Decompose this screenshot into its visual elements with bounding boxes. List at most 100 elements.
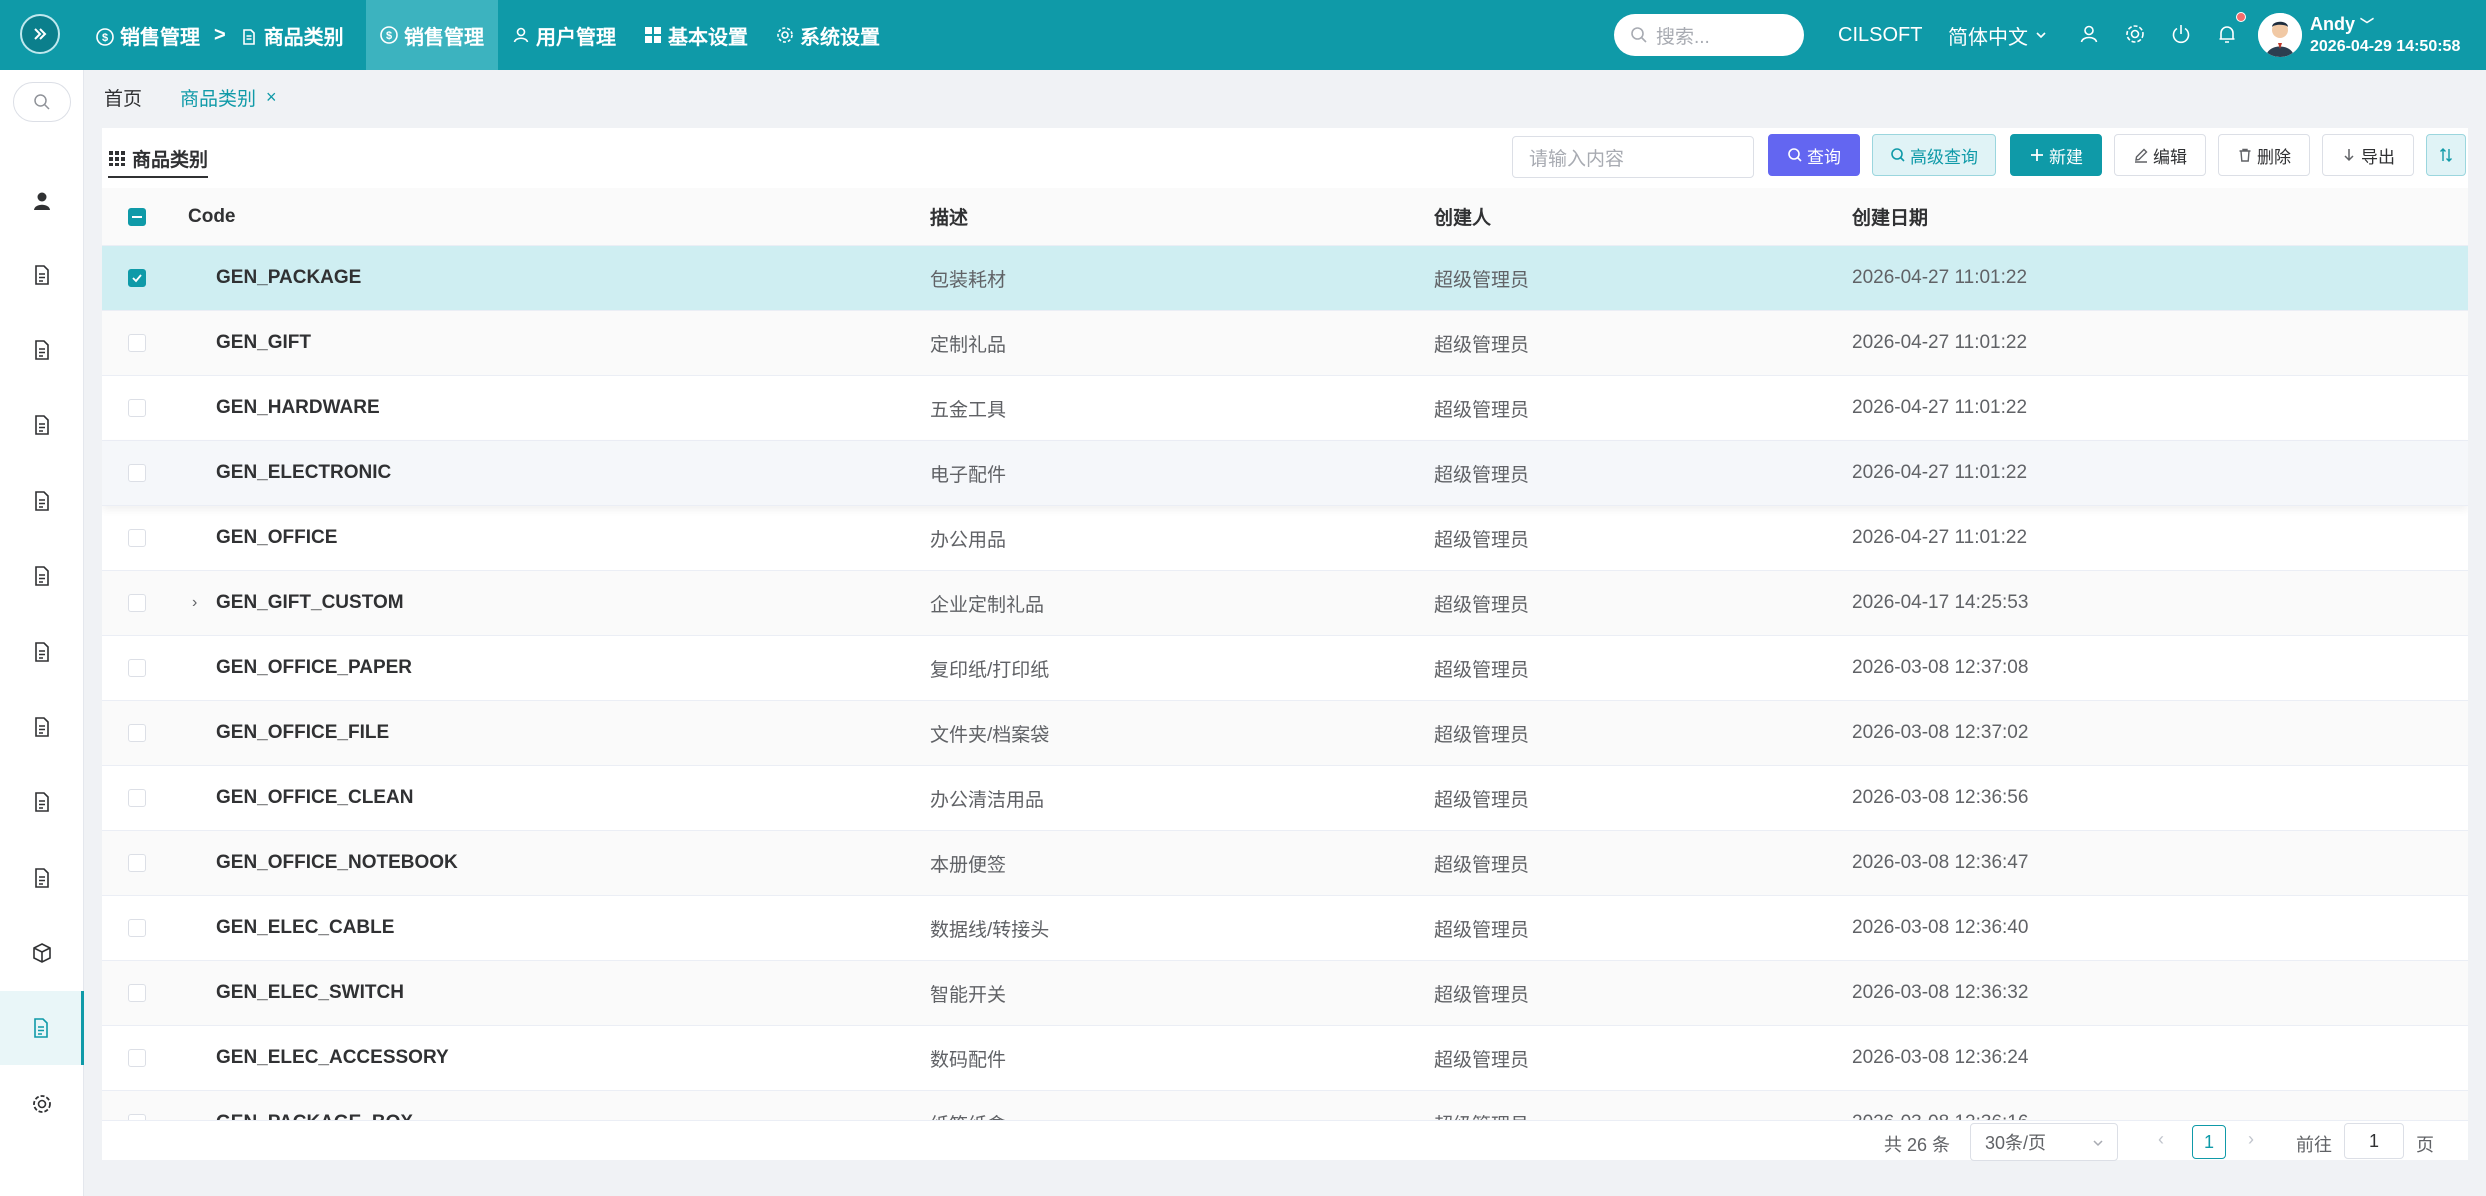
table-row[interactable]: GEN_OFFICE_PAPER 复印纸/打印纸 超级管理员 2026-03-0… — [102, 636, 2468, 701]
search-icon — [34, 94, 50, 110]
cell-code: GEN_OFFICE_PAPER — [216, 657, 413, 678]
avatar[interactable] — [2258, 13, 2302, 57]
row-checkbox[interactable] — [128, 334, 146, 352]
language-select[interactable]: 简体中文 — [1948, 0, 2048, 70]
row-checkbox[interactable] — [128, 854, 146, 872]
new-button[interactable]: 新建 — [2010, 134, 2102, 176]
sidebar-item-document-4[interactable] — [0, 464, 84, 538]
table-row[interactable]: GEN_ELEC_CABLE 数据线/转接头 超级管理员 2026-03-08 … — [102, 896, 2468, 961]
row-checkbox[interactable] — [128, 269, 146, 287]
advanced-query-button[interactable]: 高级查询 — [1872, 134, 1996, 176]
column-header-code[interactable]: Code — [188, 206, 236, 228]
search-input[interactable]: 请输入内容 — [1512, 136, 1754, 178]
menu-item-system-settings[interactable]: 系统设置 — [762, 0, 894, 70]
menu-item-label: 销售管理 — [404, 26, 484, 49]
document-icon — [33, 1018, 48, 1038]
sidebar-item-document-6[interactable] — [0, 615, 84, 689]
menu-item-sales[interactable]: $ 销售管理 — [366, 0, 498, 70]
global-search-input[interactable]: 搜索... — [1614, 14, 1804, 56]
close-icon[interactable]: × — [266, 87, 277, 108]
delete-button-label: 删除 — [2257, 147, 2291, 167]
sidebar-item-document-5[interactable] — [0, 539, 84, 613]
user-profile-icon[interactable] — [2078, 23, 2100, 45]
row-checkbox[interactable] — [128, 919, 146, 937]
table-row[interactable]: GEN_GIFT 定制礼品 超级管理员 2026-04-27 11:01:22 — [102, 311, 2468, 376]
document-icon — [35, 265, 49, 285]
gear-icon — [777, 27, 793, 43]
cell-creator: 超级管理员 — [1434, 464, 1530, 486]
checkbox-icon — [128, 724, 146, 742]
edit-button-label: 编辑 — [2153, 147, 2187, 167]
cell-description: 电子配件 — [930, 464, 1007, 486]
settings-icon[interactable] — [2124, 23, 2146, 45]
row-checkbox[interactable] — [128, 659, 146, 677]
page-size-select[interactable]: 30条/页 — [1970, 1123, 2118, 1161]
row-checkbox[interactable] — [128, 399, 146, 417]
sidebar-item-product-category[interactable] — [0, 991, 84, 1065]
column-header-created-date[interactable]: 创建日期 — [1852, 203, 1928, 230]
sidebar-item-document-9[interactable] — [0, 841, 84, 915]
sidebar-item-settings[interactable] — [0, 1067, 84, 1141]
sidebar-item-document-8[interactable] — [0, 765, 84, 839]
table-row[interactable]: GEN_OFFICE_CLEAN 办公清洁用品 超级管理员 2026-03-08… — [102, 766, 2468, 831]
sidebar-item-document-3[interactable] — [0, 388, 84, 462]
row-checkbox[interactable] — [128, 984, 146, 1002]
edit-button[interactable]: 编辑 — [2114, 134, 2206, 176]
delete-button[interactable]: 删除 — [2218, 134, 2310, 176]
table-row[interactable]: GEN_PACKAGE 包装耗材 超级管理员 2026-04-27 11:01:… — [102, 246, 2468, 311]
table-row[interactable]: › GEN_GIFT_CUSTOM 企业定制礼品 超级管理员 2026-04-1… — [102, 571, 2468, 636]
cell-description: 复印纸/打印纸 — [930, 659, 1050, 681]
table-row[interactable]: GEN_ELEC_SWITCH 智能开关 超级管理员 2026-03-08 12… — [102, 961, 2468, 1026]
new-button-label: 新建 — [2049, 147, 2083, 167]
sidebar-item-box[interactable] — [0, 916, 84, 990]
row-checkbox[interactable] — [128, 529, 146, 547]
page-number-current[interactable]: 1 — [2192, 1125, 2226, 1159]
sort-toggle-button[interactable] — [2426, 134, 2466, 176]
table-row[interactable]: GEN_ELECTRONIC 电子配件 超级管理员 2026-04-27 11:… — [102, 441, 2468, 506]
table-row[interactable]: GEN_ELEC_ACCESSORY 数码配件 超级管理员 2026-03-08… — [102, 1026, 2468, 1091]
checkbox-icon — [128, 399, 146, 417]
power-icon[interactable] — [2170, 23, 2192, 45]
cell-code: GEN_GIFT — [216, 332, 312, 353]
prev-page-icon[interactable]: ‹ — [2158, 1129, 2164, 1150]
next-page-icon[interactable]: › — [2248, 1129, 2254, 1150]
user-name[interactable]: Andy ﹀ — [2310, 14, 2374, 35]
cell-code: GEN_ELEC_CABLE — [216, 917, 395, 938]
row-checkbox[interactable] — [128, 594, 146, 612]
tab-product-category[interactable]: 商品类别 × — [180, 84, 277, 111]
table-row[interactable]: GEN_OFFICE 办公用品 超级管理员 2026-04-27 11:01:2… — [102, 506, 2468, 571]
table-row[interactable]: GEN_PACKAGE_BOX 纸箱纸盒 超级管理员 2026-03-08 12… — [102, 1091, 2468, 1120]
table-row[interactable]: GEN_HARDWARE 五金工具 超级管理员 2026-04-27 11:01… — [102, 376, 2468, 441]
query-button[interactable]: 查询 — [1768, 134, 1860, 176]
row-checkbox[interactable] — [128, 789, 146, 807]
checkbox-icon — [128, 334, 146, 352]
checkbox-icon — [128, 659, 146, 677]
row-checkbox[interactable] — [128, 464, 146, 482]
table-row[interactable]: GEN_OFFICE_NOTEBOOK 本册便签 超级管理员 2026-03-0… — [102, 831, 2468, 896]
sidebar-item-document-1[interactable] — [0, 238, 84, 312]
cell-description: 办公用品 — [930, 529, 1007, 551]
column-header-creator[interactable]: 创建人 — [1434, 203, 1491, 230]
select-all-checkbox[interactable] — [128, 207, 146, 226]
tab-home[interactable]: 首页 — [104, 84, 142, 111]
brand-link[interactable]: CILSOFT — [1838, 0, 1922, 70]
bell-icon[interactable] — [2216, 23, 2238, 45]
row-checkbox[interactable] — [128, 724, 146, 742]
sidebar-item-document-2[interactable] — [0, 313, 84, 387]
column-header-description[interactable]: 描述 — [930, 203, 968, 230]
table-row[interactable]: GEN_OFFICE_FILE 文件夹/档案袋 超级管理员 2026-03-08… — [102, 701, 2468, 766]
sidebar-item-user[interactable] — [0, 164, 84, 238]
row-checkbox[interactable] — [128, 1049, 146, 1067]
sidebar-search-button[interactable] — [13, 82, 71, 122]
chevron-right-icon[interactable]: › — [192, 594, 197, 612]
collapse-toggle-button[interactable] — [20, 14, 60, 54]
breadcrumb-parent[interactable]: $ 销售管理 — [96, 21, 200, 50]
goto-page-input[interactable]: 1 — [2344, 1123, 2404, 1159]
plus-icon — [2031, 149, 2043, 161]
menu-item-basic-settings[interactable]: 基本设置 — [630, 0, 762, 70]
table-body: GEN_PACKAGE 包装耗材 超级管理员 2026-04-27 11:01:… — [102, 246, 2468, 1120]
advanced-query-button-label: 高级查询 — [1910, 147, 1978, 167]
export-button[interactable]: 导出 — [2322, 134, 2414, 176]
sidebar-item-document-7[interactable] — [0, 690, 84, 764]
menu-item-users[interactable]: 用户管理 — [498, 0, 630, 70]
